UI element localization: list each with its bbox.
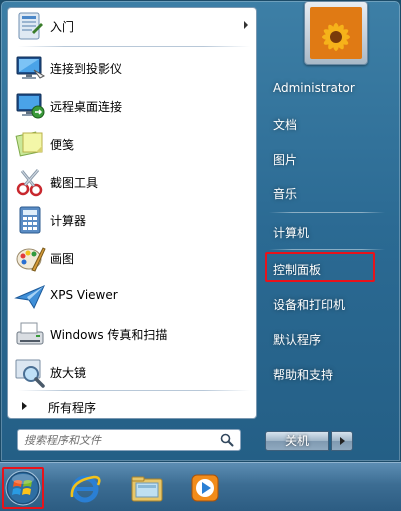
program-snipping-tool[interactable]: 截图工具 bbox=[10, 164, 254, 200]
shutdown-button[interactable]: 关机 bbox=[265, 431, 329, 451]
program-remote-desktop[interactable]: 远程桌面连接 bbox=[10, 88, 254, 124]
right-item-label: 设备和打印机 bbox=[273, 298, 346, 312]
start-button-highlight bbox=[2, 467, 44, 509]
submenu-arrow-icon bbox=[244, 21, 248, 29]
expand-arrow-icon bbox=[22, 402, 27, 410]
calculator-icon bbox=[19, 206, 41, 234]
remote-desktop-icon bbox=[16, 93, 45, 119]
snipping-tool-icon bbox=[16, 169, 43, 197]
taskbar bbox=[0, 462, 401, 511]
program-label: Windows 传真和扫描 bbox=[50, 328, 168, 342]
paint-icon bbox=[16, 247, 46, 272]
search-icon[interactable] bbox=[220, 433, 234, 447]
chevron-right-icon bbox=[340, 437, 345, 445]
right-item-devices-printers[interactable]: 设备和打印机 bbox=[263, 290, 389, 316]
right-item-label: 图片 bbox=[273, 153, 298, 167]
right-item-documents[interactable]: 文档 bbox=[263, 110, 389, 136]
magnifier-icon bbox=[15, 359, 45, 388]
sticky-notes-icon bbox=[15, 131, 43, 157]
right-item-administrator[interactable]: Administrator bbox=[263, 75, 389, 101]
search-box[interactable] bbox=[17, 429, 241, 451]
right-item-label: 文档 bbox=[273, 118, 298, 132]
program-sticky-notes[interactable]: 便笺 bbox=[10, 126, 254, 162]
programs-pane: 入门 连接到投影仪 远程桌面连接 便笺 截图工具 计算器 画图 XPS View… bbox=[7, 7, 257, 419]
divider bbox=[269, 212, 385, 213]
program-label: 连接到投影仪 bbox=[50, 62, 123, 76]
all-programs-label: 所有程序 bbox=[48, 401, 97, 415]
right-item-label: 音乐 bbox=[273, 187, 298, 201]
right-item-computer[interactable]: 计算机 bbox=[263, 218, 389, 244]
all-programs-button[interactable]: 所有程序 bbox=[10, 394, 254, 418]
divider bbox=[18, 390, 250, 391]
divider bbox=[269, 249, 385, 250]
program-paint[interactable]: 画图 bbox=[10, 240, 254, 276]
fax-scan-icon bbox=[16, 322, 44, 345]
control-panel-highlight bbox=[265, 252, 375, 282]
right-item-default-programs[interactable]: 默认程序 bbox=[263, 325, 389, 351]
right-item-label: 计算机 bbox=[273, 226, 310, 240]
program-connect-projector[interactable]: 连接到投影仪 bbox=[10, 50, 254, 86]
media-player-icon[interactable] bbox=[186, 469, 224, 507]
file-explorer-icon[interactable] bbox=[128, 469, 166, 507]
xps-viewer-icon bbox=[14, 285, 45, 310]
divider bbox=[18, 46, 250, 47]
user-avatar-flower-icon bbox=[310, 7, 362, 59]
program-label: 便笺 bbox=[50, 138, 75, 152]
right-item-label: 帮助和支持 bbox=[273, 368, 334, 382]
right-item-label: Administrator bbox=[273, 81, 355, 95]
program-xps-viewer[interactable]: XPS Viewer bbox=[10, 278, 254, 314]
right-item-music[interactable]: 音乐 bbox=[263, 179, 389, 205]
program-label: 计算器 bbox=[50, 214, 87, 228]
program-label: 入门 bbox=[50, 20, 75, 34]
search-input[interactable] bbox=[24, 432, 214, 448]
getting-started-icon bbox=[18, 12, 43, 40]
program-label: 截图工具 bbox=[50, 176, 99, 190]
right-item-help-support[interactable]: 帮助和支持 bbox=[263, 360, 389, 386]
user-picture[interactable] bbox=[304, 1, 368, 65]
right-item-label: 默认程序 bbox=[273, 333, 322, 347]
program-getting-started[interactable]: 入门 bbox=[10, 8, 254, 44]
program-label: 远程桌面连接 bbox=[50, 100, 123, 114]
program-label: XPS Viewer bbox=[50, 288, 118, 302]
start-menu: 入门 连接到投影仪 远程桌面连接 便笺 截图工具 计算器 画图 XPS View… bbox=[0, 0, 401, 462]
projector-icon bbox=[16, 56, 46, 79]
right-item-pictures[interactable]: 图片 bbox=[263, 145, 389, 171]
program-calculator[interactable]: 计算器 bbox=[10, 202, 254, 238]
program-magnifier[interactable]: 放大镜 bbox=[10, 354, 254, 390]
program-label: 放大镜 bbox=[50, 366, 87, 380]
program-fax-scan[interactable]: Windows 传真和扫描 bbox=[10, 316, 254, 352]
shutdown-options-button[interactable] bbox=[331, 431, 353, 451]
program-label: 画图 bbox=[50, 252, 75, 266]
internet-explorer-icon[interactable] bbox=[66, 469, 104, 507]
